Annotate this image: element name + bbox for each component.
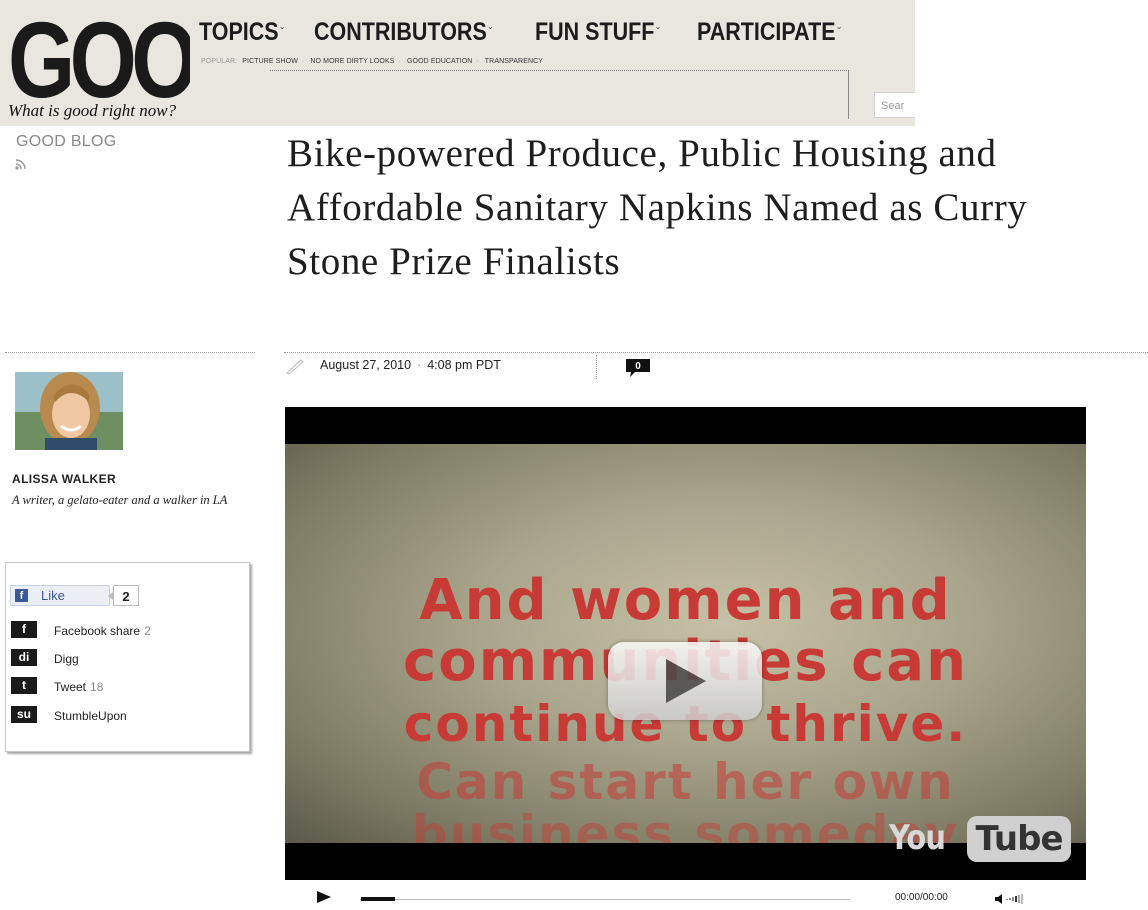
author-avatar[interactable] [15, 372, 123, 450]
share-label: Tweet [54, 680, 87, 694]
chevron-down-icon: ˇ [280, 25, 284, 39]
tagline: What is good right now? [8, 101, 177, 120]
video-player[interactable]: And women and communities can continue t… [285, 407, 1086, 880]
popular-link[interactable]: PICTURE SHOW [242, 58, 298, 65]
popular-link[interactable]: TRANSPARENCY [485, 58, 543, 65]
video-caption-line: business someday [411, 805, 960, 843]
twitter-icon: t [11, 677, 37, 694]
site-header: GOOD What is good right now? TOPICSˇ CON… [0, 0, 915, 126]
main-nav: TOPICS ˇ CONTRIBUTORS ˇ FUN STUFF ˇ PARTICI… [199, 18, 862, 48]
rss-icon[interactable] [15, 157, 29, 175]
comment-count: 0 [635, 361, 641, 372]
play-icon[interactable] [316, 890, 332, 909]
video-caption-line: Can start her own [416, 753, 955, 811]
good-logo[interactable]: GOOD [8, 14, 190, 106]
popular-label: POPULAR: [201, 58, 238, 65]
chevron-down-icon: ˇ [656, 25, 661, 39]
header-divider [848, 71, 849, 119]
author-name[interactable]: ALISSA WALKER [12, 472, 116, 486]
share-count: 2 [144, 624, 151, 638]
article-time: 4:08 pm PDT [427, 358, 501, 372]
nav-participate[interactable]: PARTICIPATE ˇ [697, 18, 841, 46]
nav-topics[interactable]: TOPICS ˇ [199, 18, 284, 46]
article-title: Bike-powered Produce, Public Housing and… [287, 132, 1028, 283]
progress-track[interactable] [360, 899, 850, 900]
play-icon [666, 659, 706, 703]
blog-label[interactable]: GOOD BLOG [16, 133, 117, 151]
nav-contributors[interactable]: CONTRIBUTORS ˇ [314, 18, 492, 46]
header-divider [270, 70, 849, 71]
video-frame[interactable]: And women and communities can continue t… [285, 444, 1086, 843]
video-caption-line: And women and [419, 568, 952, 633]
like-label: Like [41, 588, 65, 603]
popular-link[interactable]: GOOD EDUCATION [407, 58, 472, 65]
author-bio: A writer, a gelato-eater and a walker in… [12, 493, 228, 507]
popular-links: POPULAR: PICTURE SHOW · NO MORE DIRTY LOO… [201, 58, 544, 65]
like-count: 2 [108, 585, 139, 606]
comment-count-button[interactable]: 0 [625, 358, 651, 383]
chevron-down-icon: ˇ [837, 25, 841, 39]
video-time: 00:00/00:00 [895, 892, 948, 903]
share-label: Digg [54, 652, 79, 666]
video-play-button[interactable] [608, 642, 762, 720]
chevron-down-icon: ˇ [488, 25, 493, 39]
share-label: StumbleUpon [54, 709, 127, 723]
volume-icon[interactable] [995, 892, 1031, 910]
divider [5, 352, 255, 353]
facebook-like-button[interactable]: f Like [10, 585, 110, 606]
pencil-icon [285, 358, 305, 379]
player-controls: 00:00/00:00 [285, 884, 1086, 909]
meta-divider [596, 355, 597, 379]
search-input[interactable]: Sear [874, 92, 915, 118]
facebook-icon: f [15, 589, 28, 602]
share-label: Facebook share [54, 624, 141, 638]
stumbleupon-icon: su [11, 706, 37, 723]
facebook-icon: f [11, 621, 37, 638]
popular-link[interactable]: NO MORE DIRTY LOOKS [310, 58, 394, 65]
share-count: 18 [90, 680, 104, 694]
article-date: August 27, 2010 [320, 358, 412, 372]
share-box: f Like 2 f Facebook share 2 di Digg t Twe… [5, 562, 250, 752]
digg-icon: di [11, 649, 37, 666]
progress-fill [361, 897, 395, 901]
nav-fun-stuff[interactable]: FUN STUFF ˇ [535, 18, 660, 46]
divider [284, 352, 1148, 353]
